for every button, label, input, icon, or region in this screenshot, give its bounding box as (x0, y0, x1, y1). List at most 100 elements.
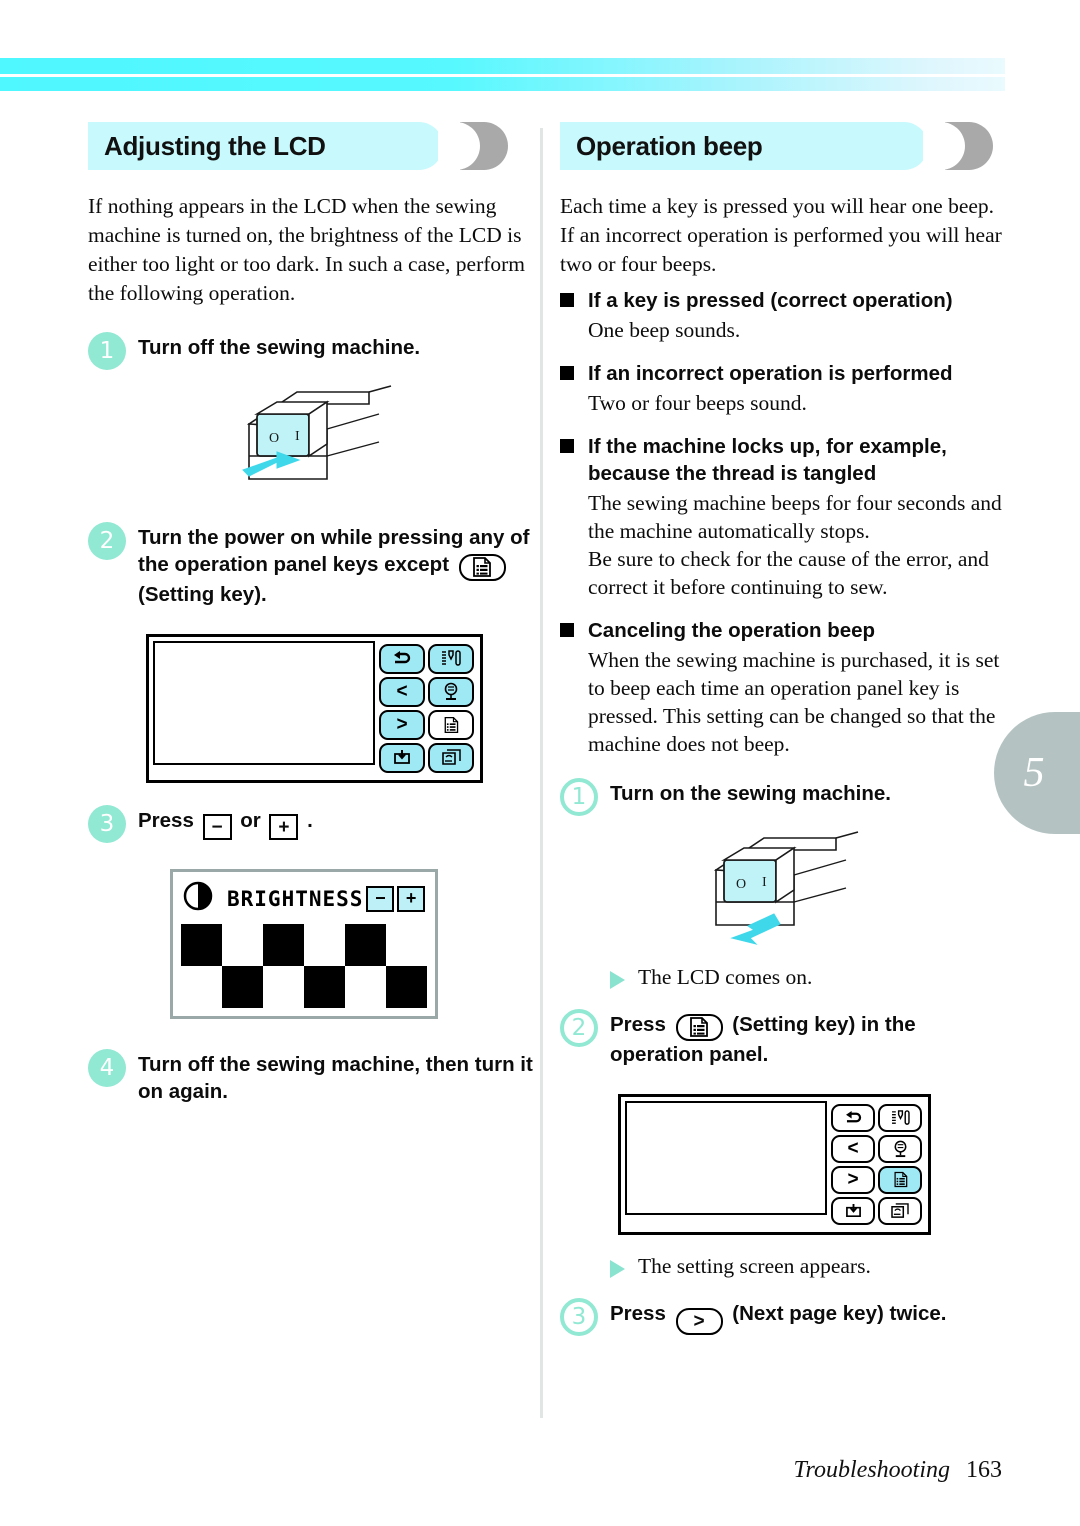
heading-crescent-decoration (923, 122, 993, 170)
reverse-stitch-key[interactable] (878, 1196, 922, 1225)
lcd-brightness-illustration: BRIGHTNESS − + (170, 868, 540, 1019)
step-text-before: Press (138, 808, 194, 832)
step-text: Turn off the sewing machine, then turn i… (138, 1052, 533, 1103)
svg-text:O: O (736, 877, 746, 892)
power-switch-off-illustration: O I (88, 384, 540, 504)
step-number-badge: 3 (88, 804, 126, 843)
step-text: Press > (Next page key) twice. (610, 1294, 946, 1335)
power-switch-on-illustration: O I (560, 830, 1002, 950)
left-step-3: 3 Press − or + . (88, 801, 540, 843)
needle-position-key[interactable] (379, 742, 425, 773)
chapter-tab: 5 (994, 712, 1080, 834)
chevron-left-icon: < (847, 1138, 859, 1159)
thread-cutter-key[interactable] (878, 1103, 922, 1132)
lcd-top-row: BRIGHTNESS − + (181, 879, 427, 919)
bullet-body: When the sewing machine is purchased, it… (588, 648, 1000, 756)
result-text: The setting screen appears. (638, 1253, 871, 1278)
step-text-after: (Setting key). (138, 582, 267, 606)
next-page-key[interactable]: > (831, 1165, 875, 1194)
step-number-badge: 4 (88, 1048, 126, 1087)
step-text-before: Press (610, 1301, 666, 1325)
step-number-badge: 3 (560, 1297, 598, 1336)
bullet-title: If the machine locks up, for example, be… (588, 435, 947, 485)
bullet-body: Two or four beeps sound. (588, 391, 807, 415)
bullet-square-icon (560, 623, 574, 637)
presser-foot-key[interactable] (878, 1134, 922, 1163)
heading-title: Operation beep (576, 130, 763, 161)
bullet-heading: If a key is pressed (correct operation) (560, 287, 1002, 314)
step-number-badge: 2 (88, 522, 126, 560)
footer-page-number: 163 (966, 1457, 1002, 1483)
return-key[interactable] (379, 643, 425, 674)
previous-page-key[interactable]: < (379, 676, 425, 707)
step-text: Turn on the sewing machine. (610, 782, 891, 805)
left-step-1: 1 Turn off the sewing machine. (88, 328, 540, 370)
bullet-square-icon (560, 293, 574, 307)
bullet-block-machine-locks-up: If the machine locks up, for example, be… (560, 433, 1002, 601)
step-text: Press (Setting key) in the operation pan… (610, 1005, 1002, 1068)
svg-text:I: I (762, 875, 767, 890)
previous-page-key[interactable]: < (831, 1134, 875, 1163)
panel-key-grid: < > (375, 641, 476, 776)
right-step-1: 1 Turn on the sewing machine. (560, 774, 1002, 816)
step-text-before: Press (610, 1013, 666, 1036)
next-page-key-icon: > (675, 1307, 723, 1335)
operation-panel-illustration-step2: < > (146, 633, 540, 783)
chevron-right-icon: > (396, 714, 408, 735)
reverse-stitch-key[interactable] (428, 742, 474, 773)
lcd-minus-button[interactable]: − (366, 885, 395, 912)
step-text-mid: or (240, 808, 261, 832)
step-number-badge: 1 (88, 332, 126, 370)
thread-cutter-key[interactable] (428, 643, 474, 674)
heading-bar: Adjusting the LCD (88, 122, 443, 170)
bullet-body: The sewing machine beeps for four second… (588, 491, 1002, 599)
operation-panel-illustration-step2-right: < > (618, 1093, 1002, 1235)
lcd-box: BRIGHTNESS − + (170, 868, 438, 1019)
presser-foot-key[interactable] (428, 676, 474, 707)
contrast-icon (183, 881, 213, 916)
left-step-4: 4 Turn off the sewing machine, then turn… (88, 1045, 540, 1105)
next-page-key[interactable]: > (379, 709, 425, 740)
section-heading-operation-beep: Operation beep (560, 122, 1002, 170)
lcd-title: BRIGHTNESS (227, 886, 364, 911)
chevron-right-icon: > (847, 1169, 859, 1190)
bullet-title: If an incorrect operation is performed (588, 362, 953, 385)
right-step-2: 2 Press (Setting key) in the operation p… (560, 1005, 1002, 1068)
step-text: Turn off the sewing machine. (138, 336, 421, 359)
result-arrow-icon (610, 1259, 625, 1278)
panel-lcd-screen (153, 640, 375, 765)
heading-title: Adjusting the LCD (104, 130, 326, 161)
bullet-heading: If an incorrect operation is performed (560, 360, 1002, 387)
column-divider (540, 128, 543, 1418)
lcd-plus-button[interactable]: + (397, 885, 425, 912)
step-number-badge: 1 (560, 778, 598, 816)
return-key[interactable] (831, 1103, 875, 1132)
lcd-checkerboard-pattern (181, 923, 427, 1008)
bullet-block-canceling-beep: Canceling the operation beep When the se… (560, 617, 1002, 758)
right-intro-paragraph: Each time a key is pressed you will hear… (560, 194, 1002, 276)
bullet-block-incorrect-operation: If an incorrect operation is performed T… (560, 360, 1002, 417)
setting-key[interactable] (428, 709, 474, 740)
heading-bar: Operation beep (560, 122, 928, 170)
left-column: Adjusting the LCD If nothing appears in … (88, 122, 540, 1111)
result-setting-screen-appears: The setting screen appears. (610, 1253, 1002, 1280)
result-text: The LCD comes on. (638, 965, 813, 989)
step-text-after: (Next page key) twice. (732, 1301, 947, 1325)
chapter-tab-number: 5 (1023, 750, 1045, 796)
plus-key-icon: + (269, 814, 299, 840)
setting-key-icon (675, 1013, 723, 1041)
right-step-3: 3 Press > (Next page key) twice. (560, 1294, 1002, 1336)
needle-position-key[interactable] (831, 1196, 875, 1225)
power-switch-svg: O I (713, 831, 859, 945)
panel-lcd-screen (625, 1100, 827, 1215)
bullet-title: If a key is pressed (correct operation) (588, 289, 953, 312)
footer-section-label: Troubleshooting (793, 1457, 950, 1483)
panel-key-grid: < > (827, 1101, 924, 1228)
setting-key[interactable] (878, 1165, 922, 1194)
bullet-heading: Canceling the operation beep (560, 617, 1002, 644)
bullet-title: Canceling the operation beep (588, 619, 876, 642)
right-column: Operation beep Each time a key is presse… (560, 122, 1002, 1342)
operation-panel-box: < > (618, 1093, 931, 1235)
left-step-2: 2 Turn the power on while pressing any o… (88, 518, 540, 608)
step-text: Turn the power on while pressing any of … (138, 518, 540, 608)
